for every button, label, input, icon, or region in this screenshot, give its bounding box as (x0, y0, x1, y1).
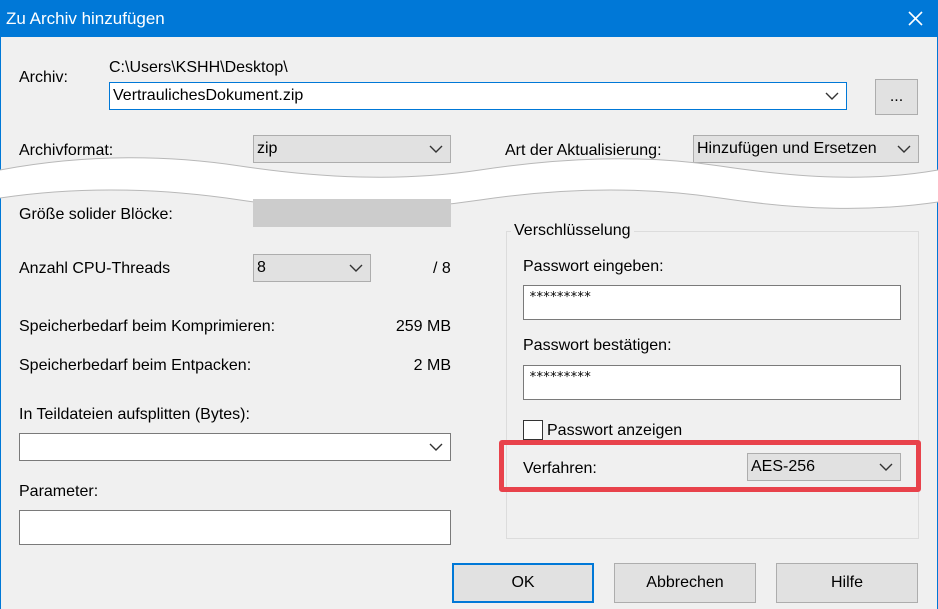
cpu-threads-select[interactable]: 8 (253, 254, 371, 282)
dialog-title: Zu Archiv hinzufügen (6, 9, 165, 28)
password-confirm-label: Passwort bestätigen: (523, 337, 672, 354)
cpu-threads-value: 8 (257, 259, 266, 276)
memory-extract-value: 2 MB (413, 357, 451, 374)
encryption-group-title: Verschlüsselung (511, 222, 634, 240)
password-input[interactable]: ********* (523, 285, 901, 320)
show-password-label[interactable]: Passwort anzeigen (547, 422, 682, 440)
password-value: ********* (529, 290, 591, 305)
show-password-checkbox[interactable] (523, 420, 543, 440)
help-button-label: Hilfe (830, 574, 863, 591)
memory-compress-value: 259 MB (395, 318, 451, 335)
chevron-down-icon (429, 443, 443, 451)
window-border-left (0, 37, 1, 609)
cpu-threads-max: / 8 (433, 260, 451, 277)
browse-button[interactable]: ... (875, 79, 918, 115)
memory-compress-label: Speicherbedarf beim Komprimieren: (19, 318, 276, 335)
split-volumes-combo[interactable] (19, 433, 451, 461)
memory-extract-label: Speicherbedarf beim Entpacken: (19, 357, 252, 374)
cancel-button[interactable]: Abbrechen (614, 563, 756, 603)
parameters-input[interactable] (19, 510, 451, 545)
split-volumes-label: In Teildateien aufsplitten (Bytes): (19, 406, 250, 423)
password-confirm-value: ********* (529, 370, 591, 385)
encryption-method-label: Verfahren: (523, 460, 597, 477)
archive-filename-value: VertraulichesDokument.zip (113, 87, 304, 104)
solid-block-label: Größe solider Blöcke: (19, 206, 173, 223)
close-icon (908, 11, 923, 26)
parameters-label: Parameter: (19, 483, 99, 500)
archive-label: Archiv: (19, 69, 68, 86)
help-button[interactable]: Hilfe (776, 563, 918, 603)
chevron-down-icon (825, 92, 839, 100)
solid-block-select (253, 199, 451, 227)
title-bar: Zu Archiv hinzufügen (0, 0, 938, 37)
cancel-button-label: Abbrechen (646, 574, 724, 591)
close-button[interactable] (892, 0, 938, 37)
archive-path: C:\Users\KSHH\Desktop\ (109, 59, 288, 76)
encryption-method-value: AES-256 (751, 458, 816, 475)
encryption-method-select[interactable]: AES-256 (747, 453, 901, 481)
password-confirm-input[interactable]: ********* (523, 365, 901, 400)
chevron-down-icon (879, 463, 893, 471)
cpu-threads-label: Anzahl CPU-Threads (19, 260, 171, 277)
chevron-down-icon (349, 264, 363, 272)
browse-button-label: ... (889, 88, 904, 105)
ok-button[interactable]: OK (452, 563, 594, 603)
ok-button-label: OK (511, 574, 535, 591)
archive-filename-combo[interactable]: VertraulichesDokument.zip (109, 82, 847, 110)
password-label: Passwort eingeben: (523, 258, 664, 275)
